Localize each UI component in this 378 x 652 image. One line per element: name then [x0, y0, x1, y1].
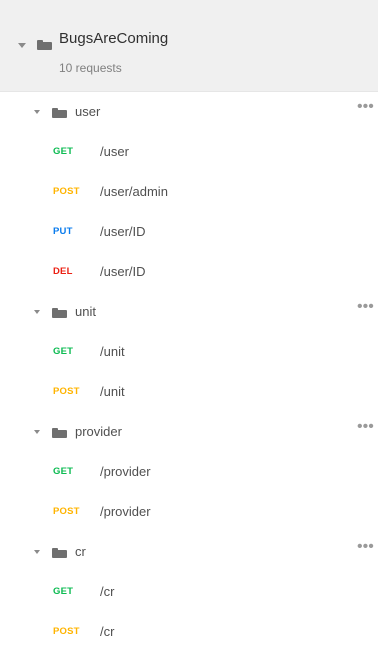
collection-title[interactable]: BugsAreComing	[59, 30, 168, 47]
collection-header[interactable]: BugsAreComing 10 requests	[0, 0, 378, 92]
request-item[interactable]: GET/user	[0, 132, 378, 172]
method-badge: DEL	[53, 266, 73, 277]
method-badge: GET	[53, 146, 74, 157]
request-item[interactable]: GET/provider	[0, 452, 378, 492]
collection-request-count: 10 requests	[59, 61, 122, 75]
caret-down-icon[interactable]	[34, 310, 40, 314]
folder-row-provider[interactable]: provider •••	[0, 412, 378, 452]
method-badge: GET	[53, 586, 74, 597]
folder-icon	[37, 40, 52, 50]
request-path: /user/ID	[100, 264, 146, 279]
request-item[interactable]: POST/cr	[0, 612, 378, 652]
folder-icon	[52, 428, 67, 438]
folder-icon	[52, 108, 67, 118]
request-item[interactable]: POST/provider	[0, 492, 378, 532]
request-path: /unit	[100, 384, 125, 399]
method-badge: POST	[53, 506, 80, 517]
caret-down-icon[interactable]	[34, 550, 40, 554]
folder-name[interactable]: user	[75, 104, 100, 119]
method-badge: POST	[53, 386, 80, 397]
folder-row-unit[interactable]: unit •••	[0, 292, 378, 332]
request-path: /provider	[100, 464, 151, 479]
request-item[interactable]: DEL/user/ID	[0, 252, 378, 292]
more-options-icon[interactable]: •••	[357, 99, 374, 115]
caret-down-icon[interactable]	[34, 110, 40, 114]
method-badge: POST	[53, 626, 80, 637]
folder-icon	[52, 548, 67, 558]
folder-row-cr[interactable]: cr •••	[0, 532, 378, 572]
folder-icon	[52, 308, 67, 318]
request-item[interactable]: POST/unit	[0, 372, 378, 412]
folder-row-user[interactable]: user •••	[0, 92, 378, 132]
method-badge: GET	[53, 346, 74, 357]
request-path: /user/admin	[100, 184, 168, 199]
request-path: /user/ID	[100, 224, 146, 239]
folder-name[interactable]: cr	[75, 544, 86, 559]
method-badge: GET	[53, 466, 74, 477]
more-options-icon[interactable]: •••	[357, 299, 374, 315]
request-path: /provider	[100, 504, 151, 519]
folder-name[interactable]: unit	[75, 304, 96, 319]
request-path: /cr	[100, 584, 115, 599]
caret-down-icon[interactable]	[34, 430, 40, 434]
request-item[interactable]: GET/unit	[0, 332, 378, 372]
request-item[interactable]: GET/cr	[0, 572, 378, 612]
request-path: /cr	[100, 624, 115, 639]
folder-name[interactable]: provider	[75, 424, 122, 439]
request-item[interactable]: PUT/user/ID	[0, 212, 378, 252]
more-options-icon[interactable]: •••	[357, 419, 374, 435]
caret-down-icon[interactable]	[18, 43, 26, 48]
method-badge: PUT	[53, 226, 73, 237]
request-path: /user	[100, 144, 129, 159]
method-badge: POST	[53, 186, 80, 197]
request-path: /unit	[100, 344, 125, 359]
request-item[interactable]: POST/user/admin	[0, 172, 378, 212]
more-options-icon[interactable]: •••	[357, 539, 374, 555]
